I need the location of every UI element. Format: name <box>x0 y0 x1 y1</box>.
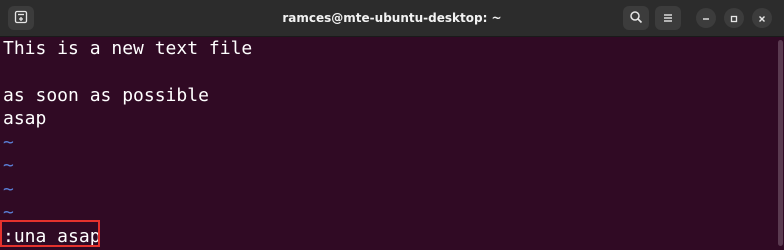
minimize-icon <box>701 9 711 28</box>
search-button[interactable] <box>623 6 649 30</box>
empty-line-tilde: ~ <box>3 179 14 200</box>
text-line: as soon as possible <box>3 85 209 106</box>
menu-button[interactable] <box>655 6 681 30</box>
terminal-content[interactable]: This is a new text file as soon as possi… <box>0 36 776 250</box>
hamburger-menu-icon <box>662 9 674 28</box>
close-icon <box>757 9 767 28</box>
maximize-button[interactable] <box>724 8 744 28</box>
search-icon <box>629 9 643 28</box>
text-line: This is a new text file <box>3 38 253 59</box>
title-bar: ramces@mte-ubuntu-desktop: ~ <box>0 0 784 37</box>
close-button[interactable] <box>752 8 772 28</box>
minimize-button[interactable] <box>696 8 716 28</box>
empty-line-tilde: ~ <box>3 155 14 176</box>
command-highlight-box <box>0 220 100 247</box>
maximize-icon <box>729 9 739 28</box>
text-line: asap <box>3 108 47 129</box>
scrollbar[interactable] <box>778 40 783 246</box>
empty-line-tilde: ~ <box>3 132 14 153</box>
terminal-window: ramces@mte-ubuntu-desktop: ~ This is a n… <box>0 0 784 250</box>
